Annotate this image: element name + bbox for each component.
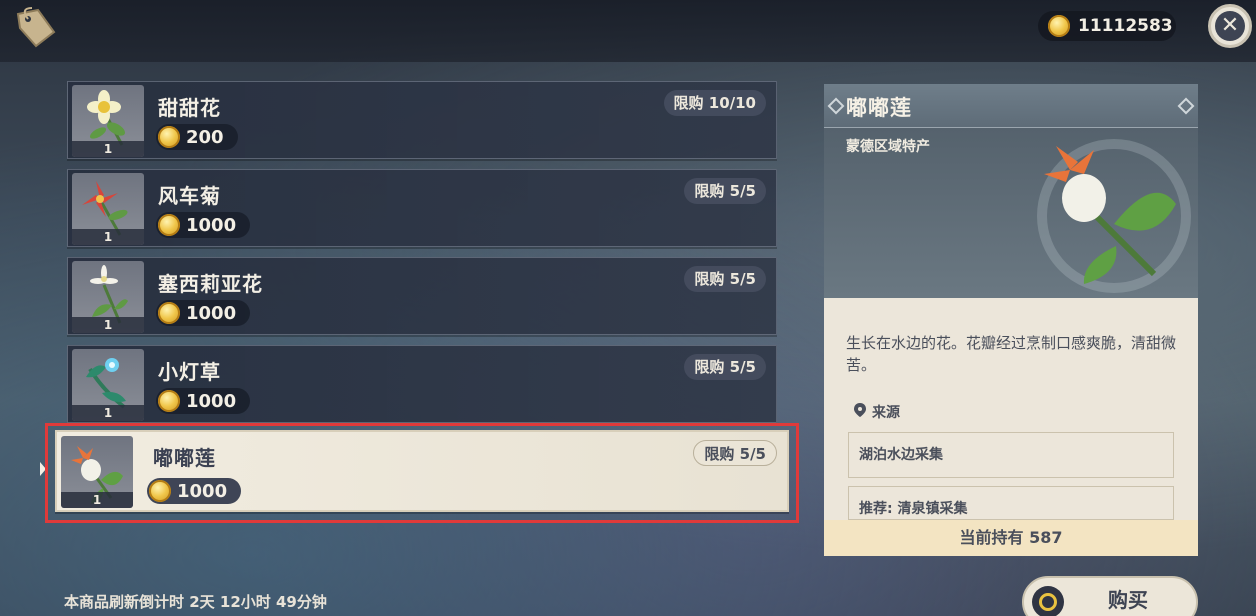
purchase-limit-badge: 限购 5/5 — [684, 266, 766, 292]
price-value: 1000 — [186, 214, 237, 236]
item-thumbnail: 1 — [72, 261, 144, 333]
item-quantity: 1 — [72, 405, 144, 421]
coin-icon — [158, 126, 180, 148]
purchase-limit-badge: 限购 5/5 — [684, 354, 766, 380]
item-price: 1000 — [156, 388, 251, 414]
refresh-countdown: 本商品刷新倒计时 2天 12小时 49分钟 — [64, 593, 327, 611]
shop-item-small-lamp-grass[interactable]: 1 小灯草 1000 限购 5/5 — [67, 345, 777, 423]
detail-body: 生长在水边的花。花瓣经过烹制口感爽脆，清甜微苦。 来源 湖泊水边采集 推荐: 清… — [824, 298, 1198, 520]
calla-lily-icon — [1037, 139, 1191, 293]
item-price: 1000 — [156, 300, 251, 326]
price-value: 200 — [186, 126, 224, 148]
item-quantity: 1 — [72, 229, 144, 245]
source-heading-label: 来源 — [872, 405, 900, 421]
buy-button-label: 购买 — [1108, 587, 1148, 612]
shop-item-windwheel-aster[interactable]: 1 风车菊 1000 限购 5/5 — [67, 169, 777, 247]
item-thumbnail: 1 — [61, 436, 133, 508]
source-entry: 湖泊水边采集 — [848, 432, 1174, 478]
owned-count: 当前持有 587 — [824, 520, 1198, 556]
detail-header: 嘟嘟莲 — [824, 84, 1198, 128]
item-price: 1000 — [156, 212, 251, 238]
shop-item-sweet-flower[interactable]: 1 甜甜花 200 限购 10/10 — [67, 81, 777, 159]
source-heading: 来源 — [854, 402, 900, 422]
diamond-ornament-icon — [827, 97, 845, 115]
price-value: 1000 — [177, 480, 228, 502]
item-price: 1000 — [147, 478, 242, 504]
purchase-limit-badge: 限购 5/5 — [693, 440, 777, 466]
detail-artwork: 蒙德区域特产 — [824, 128, 1198, 298]
item-name: 甜甜花 — [158, 96, 221, 120]
close-icon: ✕ — [1215, 11, 1245, 41]
coin-icon — [1048, 15, 1070, 37]
purchase-limit-badge: 限购 10/10 — [663, 90, 766, 116]
coin-icon — [158, 390, 180, 412]
item-description: 生长在水边的花。花瓣经过烹制口感爽脆，清甜微苦。 — [846, 334, 1177, 374]
coin-icon — [158, 302, 180, 324]
item-name: 嘟嘟莲 — [153, 446, 216, 470]
currency-amount: 11112583 — [1078, 16, 1173, 36]
item-detail-panel: 嘟嘟莲 蒙德区域特产 生长在水边的花。花瓣经过烹制口感爽脆，清甜微苦。 来源 湖… — [824, 84, 1198, 556]
item-thumbnail: 1 — [72, 85, 144, 157]
confirm-ring-icon — [1032, 586, 1064, 616]
item-thumbnail: 1 — [72, 349, 144, 421]
purchase-limit-badge: 限购 5/5 — [684, 178, 766, 204]
shop-item-cecilia[interactable]: 1 塞西莉亚花 1000 限购 5/5 — [67, 257, 777, 335]
detail-title: 嘟嘟莲 — [846, 96, 912, 120]
buy-button[interactable]: 购买 — [1022, 576, 1198, 616]
source-entry: 推荐: 清泉镇采集 — [848, 486, 1174, 520]
region-label: 蒙德区域特产 — [846, 139, 930, 155]
location-pin-icon — [854, 403, 866, 421]
item-price: 200 — [156, 124, 238, 150]
coin-icon — [158, 214, 180, 236]
currency-display: 11112583 — [1038, 11, 1176, 41]
item-name: 塞西莉亚花 — [158, 272, 263, 296]
item-quantity: 1 — [72, 317, 144, 333]
price-value: 1000 — [186, 390, 237, 412]
item-quantity: 1 — [61, 492, 133, 508]
item-name: 小灯草 — [158, 360, 221, 384]
coin-icon — [149, 480, 171, 502]
shop-item-calla-lily[interactable]: 1 嘟嘟莲 1000 限购 5/5 — [55, 430, 789, 512]
item-quantity: 1 — [72, 141, 144, 157]
price-value: 1000 — [186, 302, 237, 324]
item-thumbnail: 1 — [72, 173, 144, 245]
tag-icon — [16, 7, 56, 48]
close-button[interactable]: ✕ — [1208, 4, 1252, 48]
diamond-ornament-icon — [1177, 97, 1195, 115]
item-name: 风车菊 — [158, 184, 221, 208]
